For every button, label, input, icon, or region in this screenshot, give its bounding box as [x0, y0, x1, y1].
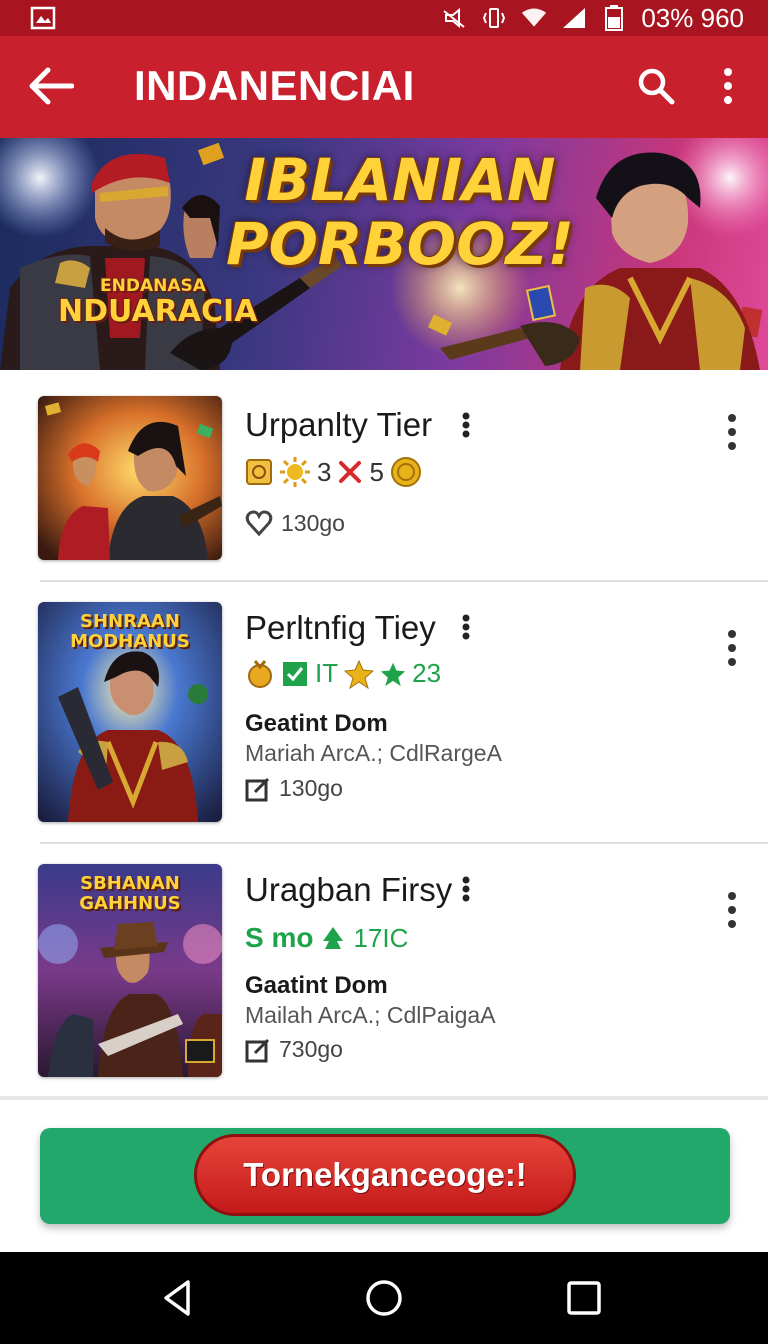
item-title[interactable]: Urpanlty Tier — [245, 406, 432, 444]
item-stat-row: 730go — [245, 1036, 343, 1063]
thumbnail-caption: SBHANAN GAHHNUS — [38, 874, 222, 914]
thumbnail-caption-line1: SHNRAAN — [80, 611, 180, 632]
clock-badge-icon — [246, 459, 272, 485]
system-nav-bar — [0, 1252, 768, 1344]
meta-value-a: S mo — [245, 922, 314, 953]
nav-back-icon[interactable] — [158, 1278, 198, 1318]
page-title: INDANENCIAI — [134, 62, 415, 109]
vibrate-icon — [481, 7, 507, 29]
coin-icon — [390, 457, 421, 487]
more-vertical-icon[interactable] — [716, 66, 740, 106]
title-more-icon[interactable] — [460, 412, 472, 438]
more-vertical-icon[interactable] — [724, 628, 740, 668]
more-vertical-icon[interactable] — [724, 890, 740, 930]
green-star-icon — [380, 662, 406, 686]
heart-icon — [245, 510, 273, 537]
status-left — [30, 6, 56, 30]
check-box-icon — [283, 661, 307, 686]
meta-value-a: 3 — [317, 456, 332, 487]
cta-area: Tornekganceoge:! — [0, 1096, 768, 1252]
cross-icon — [339, 461, 362, 483]
wifi-icon — [521, 7, 547, 29]
item-meta-row: 3 5 — [245, 456, 422, 488]
thumbnail-caption-line2: MODHANUS — [70, 631, 190, 652]
developer-subtitle: Mailah ArcA.; CdlPaigaA — [245, 1002, 496, 1028]
game-list: Urpanlty Tier 3 5 130go SHNRAAN MODHANUS… — [0, 370, 768, 1094]
mute-icon — [441, 7, 467, 29]
more-vertical-icon[interactable] — [724, 412, 740, 452]
item-meta-row: IT 23 — [245, 658, 441, 689]
signal-icon — [561, 7, 587, 29]
title-more-icon[interactable] — [460, 614, 472, 640]
list-item[interactable]: SHNRAAN MODHANUS Perltnfig Tiey IT 23 Ge… — [0, 582, 768, 842]
arrow-left-icon[interactable] — [28, 66, 74, 106]
thumbnail-caption: SHNRAAN MODHANUS — [38, 612, 222, 652]
stat-value: 730go — [279, 1036, 343, 1062]
promo-banner[interactable]: IBLANIAN PORBOOZ! ENDANASA NDUARACIA — [0, 138, 768, 370]
edit-icon — [245, 777, 270, 801]
item-meta-row: S mo 17IC — [245, 922, 408, 954]
edit-icon — [245, 1038, 270, 1062]
status-text: 03% 960 — [641, 2, 744, 33]
banner-headline: IBLANIAN PORBOOZ! — [210, 148, 590, 276]
banner-logo-badge: ENDANASA NDUARACIA — [58, 276, 258, 329]
nav-home-icon[interactable] — [364, 1278, 404, 1318]
game-thumbnail[interactable] — [38, 396, 222, 560]
stat-value: 130go — [279, 775, 343, 801]
tree-icon — [323, 927, 344, 949]
item-title[interactable]: Uragban Firsy — [245, 871, 452, 909]
thumbnail-caption-line1: SBHANAN — [80, 873, 180, 894]
item-stat-row: 130go — [245, 509, 345, 537]
sun-badge-icon — [280, 457, 310, 487]
status-bar: 03% 960 — [0, 0, 768, 36]
primary-cta-button[interactable]: Tornekganceoge:! — [194, 1134, 576, 1216]
developer-subtitle: Mariah ArcA.; CdlRargeA — [245, 740, 502, 766]
item-stat-row: 130go — [245, 775, 343, 802]
game-thumbnail[interactable]: SHNRAAN MODHANUS — [38, 602, 222, 822]
star-icon — [344, 659, 375, 689]
banner-badge-line1: ENDANASA — [100, 276, 206, 296]
list-item[interactable]: SBHANAN GAHHNUS Uragban Firsy S mo 17IC … — [0, 844, 768, 1094]
meta-value-a: IT — [315, 658, 339, 688]
gallery-icon — [30, 6, 56, 30]
medal-icon — [248, 659, 272, 688]
developer-name: Geatint Dom — [245, 710, 388, 737]
cta-bar: Tornekganceoge:! — [40, 1128, 730, 1224]
battery-icon — [601, 5, 627, 31]
search-icon[interactable] — [636, 66, 676, 106]
nav-recents-icon[interactable] — [564, 1278, 604, 1318]
meta-value-b: 23 — [412, 658, 442, 688]
thumbnail-art — [38, 396, 222, 560]
title-more-icon[interactable] — [460, 876, 472, 902]
meta-value-b: 5 — [369, 456, 384, 487]
item-title[interactable]: Perltnfig Tiey — [245, 609, 436, 647]
thumbnail-caption-line2: GAHHNUS — [79, 893, 181, 914]
app-bar: INDANENCIAI — [0, 36, 768, 138]
developer-name: Gaatint Dom — [245, 972, 388, 999]
banner-headline-line1: IBLANIAN — [244, 146, 556, 214]
stat-value: 130go — [281, 509, 345, 536]
game-thumbnail[interactable]: SBHANAN GAHHNUS — [38, 864, 222, 1077]
banner-headline-line2: PORBOOZ! — [226, 210, 574, 278]
status-right: 03% 960 — [441, 3, 744, 34]
list-item[interactable]: Urpanlty Tier 3 5 130go — [0, 370, 768, 580]
meta-value-b: 17IC — [353, 922, 409, 953]
banner-badge-line2: NDUARACIA — [58, 294, 258, 329]
